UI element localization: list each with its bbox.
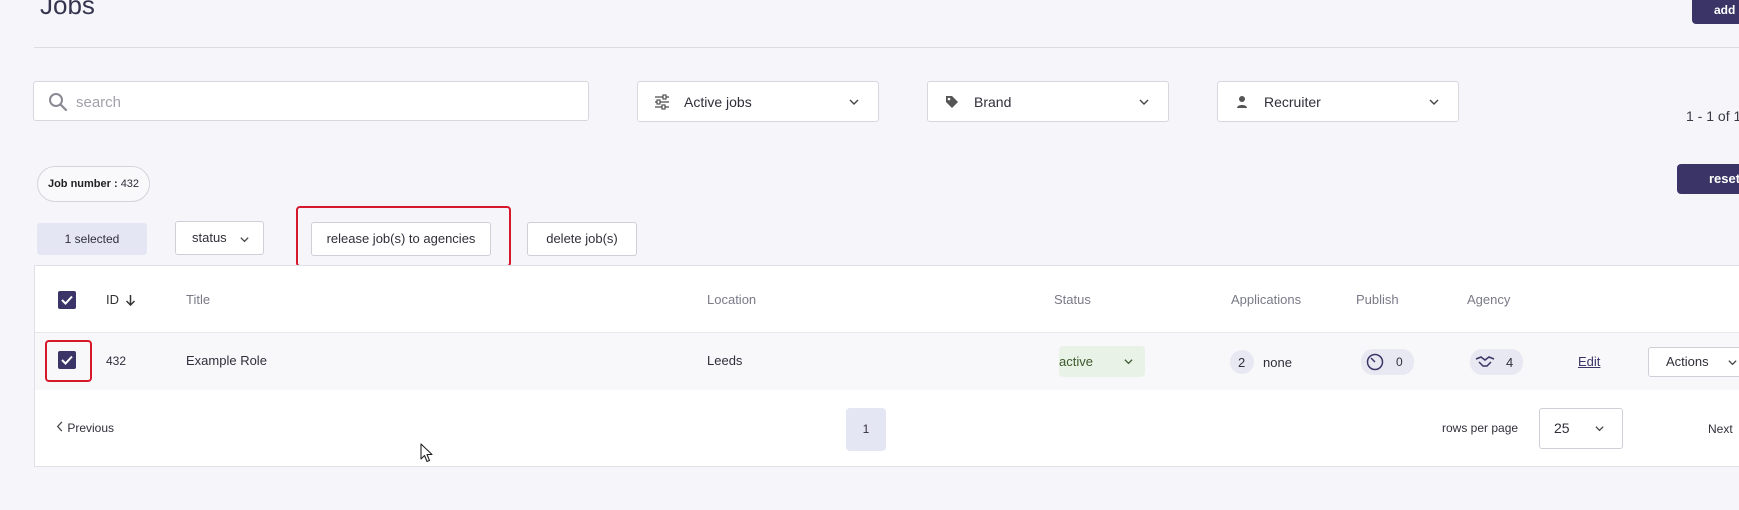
search-icon <box>49 93 68 112</box>
bulk-status-label: status <box>192 230 227 245</box>
rows-per-page-label: rows per page <box>1442 421 1519 435</box>
row-status-label: active <box>1059 354 1093 369</box>
checkmark-icon <box>61 295 73 305</box>
checkmark-icon <box>61 355 73 365</box>
chip-value: 432 <box>120 178 140 190</box>
mouse-cursor-icon <box>420 443 433 463</box>
results-count: 1 - 1 of 1 <box>1686 108 1739 124</box>
column-header-publish[interactable]: Publish <box>1356 292 1399 307</box>
agency-count: 4 <box>1506 355 1514 370</box>
publish-badge[interactable]: 0 <box>1361 349 1414 375</box>
agency-badge[interactable]: 4 <box>1470 349 1523 375</box>
row-checkbox[interactable] <box>58 351 76 369</box>
person-icon <box>1237 96 1247 108</box>
publish-gauge-icon <box>1366 353 1384 371</box>
applications-stage: none <box>1263 355 1292 370</box>
search-box[interactable] <box>33 81 589 121</box>
column-header-title[interactable]: Title <box>186 292 210 307</box>
chevron-down-icon <box>1728 360 1737 366</box>
header-divider <box>34 47 1739 48</box>
reset-button[interactable]: reset <box>1677 164 1739 194</box>
edit-link[interactable]: Edit <box>1578 354 1600 369</box>
rows-per-page-value: 25 <box>1554 420 1570 436</box>
chevron-left-icon <box>56 421 63 432</box>
tag-icon <box>946 96 958 108</box>
next-page-button[interactable]: Next <box>1708 422 1733 436</box>
previous-page-button[interactable]: Previous <box>56 421 114 435</box>
rows-per-page-select[interactable]: 25 <box>1539 408 1623 449</box>
active-filter-chip[interactable]: Job number : 432 <box>37 166 150 202</box>
selected-count-badge: 1 selected <box>37 223 147 255</box>
add-job-button[interactable]: add <box>1692 0 1739 24</box>
row-actions-dropdown[interactable]: Actions <box>1648 347 1739 377</box>
recruiter-dropdown[interactable]: Recruiter <box>1217 81 1459 122</box>
job-state-dropdown[interactable]: Active jobs <box>637 81 879 122</box>
applications-count: 2 <box>1238 355 1246 370</box>
brand-dropdown[interactable]: Brand <box>927 81 1169 122</box>
previous-label: Previous <box>67 421 115 435</box>
row-id: 432 <box>106 354 127 368</box>
column-header-status[interactable]: Status <box>1054 292 1091 307</box>
publish-count: 0 <box>1396 355 1403 369</box>
recruiter-label: Recruiter <box>1264 94 1321 110</box>
handshake-icon <box>1475 356 1495 367</box>
column-header-location[interactable]: Location <box>707 292 756 307</box>
row-status-dropdown[interactable]: active <box>1059 346 1145 377</box>
column-header-agency[interactable]: Agency <box>1467 292 1510 307</box>
sort-arrow-down-icon <box>125 295 135 307</box>
chevron-down-icon <box>1429 99 1439 105</box>
job-state-label: Active jobs <box>684 94 752 110</box>
column-header-id[interactable]: ID <box>106 292 135 307</box>
page-number-current[interactable]: 1 <box>846 408 886 451</box>
column-header-id-label: ID <box>106 292 119 307</box>
release-jobs-button[interactable]: release job(s) to agencies <box>311 222 491 256</box>
delete-jobs-button[interactable]: delete job(s) <box>527 222 637 256</box>
page-title: Jobs <box>40 0 95 20</box>
chevron-down-icon <box>849 99 859 105</box>
sliders-icon <box>655 94 669 110</box>
chevron-down-icon <box>1124 359 1133 365</box>
chevron-down-icon <box>1595 426 1604 432</box>
search-input[interactable] <box>74 90 558 114</box>
row-actions-label: Actions <box>1666 354 1709 369</box>
chip-label: Job number : <box>47 178 118 190</box>
applications-count-badge[interactable]: 2 <box>1230 350 1254 374</box>
brand-label: Brand <box>974 94 1012 110</box>
bulk-status-dropdown[interactable]: status <box>175 221 264 255</box>
chevron-down-icon <box>240 237 249 243</box>
row-title[interactable]: Example Role <box>186 353 267 368</box>
column-header-applications[interactable]: Applications <box>1231 292 1301 307</box>
row-location: Leeds <box>707 353 743 368</box>
chevron-down-icon <box>1139 99 1149 105</box>
select-all-checkbox[interactable] <box>58 291 76 309</box>
